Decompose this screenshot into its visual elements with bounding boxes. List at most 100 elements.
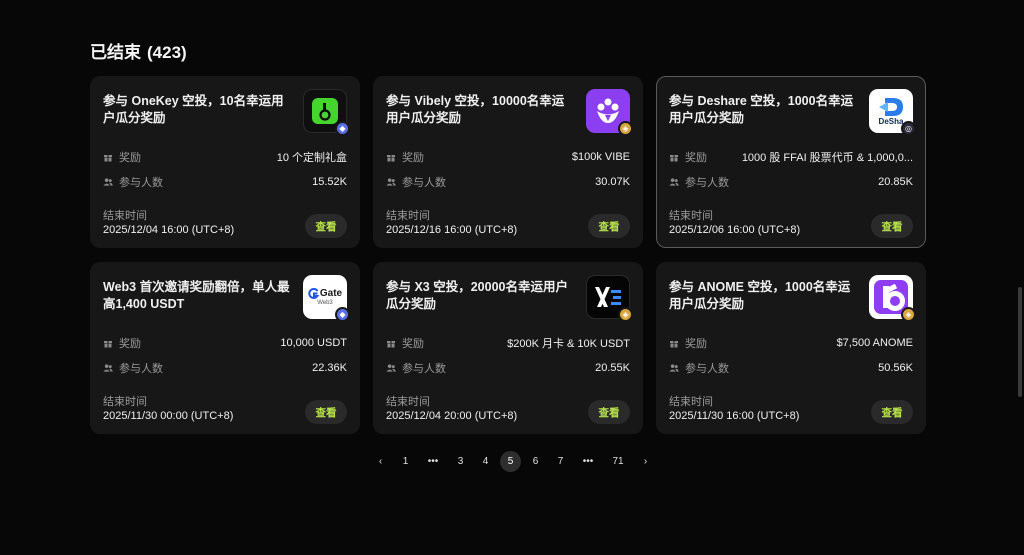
view-button[interactable]: 查看 [305, 400, 347, 424]
end-time-label: 结束时间 [669, 210, 713, 222]
reward-row: 奖励 $200K 月卡 & 10K USDT [386, 335, 630, 351]
view-button[interactable]: 查看 [871, 214, 913, 238]
campaign-card[interactable]: 参与 Deshare 空投，1000名幸运用户瓜分奖励 DeSha ◎ 奖励 1… [656, 76, 926, 248]
campaign-card[interactable]: Web3 首次邀请奖励翻倍，单人最高1,400 USDT Gate Web3 ◆… [90, 262, 360, 434]
prev-page-button[interactable]: ‹ [370, 451, 391, 472]
gift-icon [386, 152, 396, 162]
campaign-card[interactable]: 参与 X3 空投，20000名幸运用户瓜分奖励 ◈ 奖励 $200K 月卡 & … [373, 262, 643, 434]
view-button[interactable]: 查看 [305, 214, 347, 238]
campaign-card[interactable]: 参与 ANOME 空投，1000名幸运用户瓜分奖励 ◈ 奖励 $7,500 AN… [656, 262, 926, 434]
end-time-value: 2025/12/04 20:00 (UTC+8) [386, 410, 518, 422]
scrollbar-thumb[interactable] [1018, 287, 1022, 397]
participants-value: 30.07K [595, 176, 630, 188]
participants-label: 参与人数 [402, 363, 446, 375]
card-title[interactable]: 参与 Deshare 空投，1000名幸运用户瓜分奖励 [669, 93, 859, 127]
x3-logo: ◈ [586, 275, 633, 322]
gift-icon [103, 152, 113, 162]
gate-web3-logo: Gate Web3 ◆ [303, 275, 350, 322]
deshare-logo: DeSha ◎ [869, 89, 916, 136]
reward-row: 奖励 10 个定制礼盒 [103, 149, 347, 165]
card-title[interactable]: 参与 OneKey 空投，10名幸运用户瓜分奖励 [103, 93, 293, 127]
chain-icon: ◎ [901, 121, 916, 136]
campaign-grid: 参与 OneKey 空投，10名幸运用户瓜分奖励 ◆ 奖励 10 个定制礼盒 参… [90, 76, 927, 434]
gift-icon [669, 338, 679, 348]
gift-icon [103, 338, 113, 348]
ethereum-icon: ◆ [335, 121, 350, 136]
gate-logo-subtext: Web3 [317, 300, 333, 306]
next-page-button[interactable]: › [635, 451, 656, 472]
bnb-chain-icon: ◈ [618, 307, 633, 322]
gift-icon [669, 152, 679, 162]
users-icon [103, 363, 113, 373]
campaign-card[interactable]: 参与 Vibely 空投，10000名幸运用户瓜分奖励 ◈ 奖励 $100k V… [373, 76, 643, 248]
page-3[interactable]: 3 [450, 451, 471, 472]
end-time-label: 结束时间 [103, 210, 147, 222]
view-button[interactable]: 查看 [871, 400, 913, 424]
gate-logo-text: Gate [319, 288, 343, 299]
participants-row: 参与人数 30.07K [386, 174, 630, 190]
vibely-logo: ◈ [586, 89, 633, 136]
onekey-logo: ◆ [303, 89, 350, 136]
page-4[interactable]: 4 [475, 451, 496, 472]
end-time-label: 结束时间 [669, 396, 713, 408]
end-time-value: 2025/12/04 16:00 (UTC+8) [103, 224, 235, 236]
end-time-label: 结束时间 [386, 396, 430, 408]
reward-row: 奖励 1000 股 FFAI 股票代币 & 1,000,0... [669, 149, 913, 165]
pagination: ‹ 1 ••• 3 4 5 6 7 ••• 71 › [370, 451, 660, 472]
participants-value: 15.52K [312, 176, 347, 188]
page-7[interactable]: 7 [550, 451, 571, 472]
page-title-text: 已结束 [90, 43, 141, 62]
view-button[interactable]: 查看 [588, 400, 630, 424]
card-title[interactable]: 参与 ANOME 空投，1000名幸运用户瓜分奖励 [669, 279, 859, 313]
users-icon [669, 363, 679, 373]
users-icon [386, 177, 396, 187]
gift-icon [386, 338, 396, 348]
reward-value: $200K 月卡 & 10K USDT [507, 338, 630, 350]
view-button[interactable]: 查看 [588, 214, 630, 238]
reward-row: 奖励 10,000 USDT [103, 335, 347, 351]
reward-label: 奖励 [685, 338, 707, 350]
participants-row: 参与人数 50.56K [669, 360, 913, 376]
users-icon [669, 177, 679, 187]
participants-row: 参与人数 20.85K [669, 174, 913, 190]
users-icon [103, 177, 113, 187]
reward-label: 奖励 [119, 338, 141, 350]
participants-row: 参与人数 20.55K [386, 360, 630, 376]
page-ellipsis[interactable]: ••• [575, 451, 601, 472]
bnb-chain-icon: ◈ [901, 307, 916, 322]
participants-row: 参与人数 15.52K [103, 174, 347, 190]
reward-label: 奖励 [685, 152, 707, 164]
page-title-count: (423) [147, 43, 187, 62]
end-time-value: 2025/11/30 16:00 (UTC+8) [669, 410, 800, 422]
ethereum-icon: ◆ [335, 307, 350, 322]
card-title[interactable]: 参与 Vibely 空投，10000名幸运用户瓜分奖励 [386, 93, 576, 127]
participants-label: 参与人数 [119, 177, 163, 189]
reward-row: 奖励 $100k VIBE [386, 149, 630, 165]
reward-value: 10 个定制礼盒 [276, 152, 347, 164]
page-5-current[interactable]: 5 [500, 451, 521, 472]
reward-value: $7,500 ANOME [836, 337, 913, 349]
users-icon [386, 363, 396, 373]
participants-label: 参与人数 [685, 363, 729, 375]
end-time-value: 2025/12/16 16:00 (UTC+8) [386, 224, 518, 236]
reward-value: 10,000 USDT [280, 337, 347, 349]
end-time-label: 结束时间 [103, 396, 147, 408]
page-ellipsis[interactable]: ••• [420, 451, 446, 472]
page-71[interactable]: 71 [605, 451, 631, 472]
page-6[interactable]: 6 [525, 451, 546, 472]
end-time-value: 2025/12/06 16:00 (UTC+8) [669, 224, 801, 236]
reward-label: 奖励 [402, 152, 424, 164]
end-time-label: 结束时间 [386, 210, 430, 222]
reward-value: 1000 股 FFAI 股票代币 & 1,000,0... [741, 152, 913, 164]
card-title[interactable]: Web3 首次邀请奖励翻倍，单人最高1,400 USDT [103, 279, 293, 313]
participants-value: 22.36K [312, 362, 347, 374]
participants-value: 50.56K [878, 362, 913, 374]
card-title[interactable]: 参与 X3 空投，20000名幸运用户瓜分奖励 [386, 279, 576, 313]
participants-value: 20.85K [878, 176, 913, 188]
participants-label: 参与人数 [119, 363, 163, 375]
bnb-chain-icon: ◈ [618, 121, 633, 136]
page-1[interactable]: 1 [395, 451, 416, 472]
campaign-card[interactable]: 参与 OneKey 空投，10名幸运用户瓜分奖励 ◆ 奖励 10 个定制礼盒 参… [90, 76, 360, 248]
reward-label: 奖励 [402, 338, 424, 350]
end-time-value: 2025/11/30 00:00 (UTC+8) [103, 410, 234, 422]
